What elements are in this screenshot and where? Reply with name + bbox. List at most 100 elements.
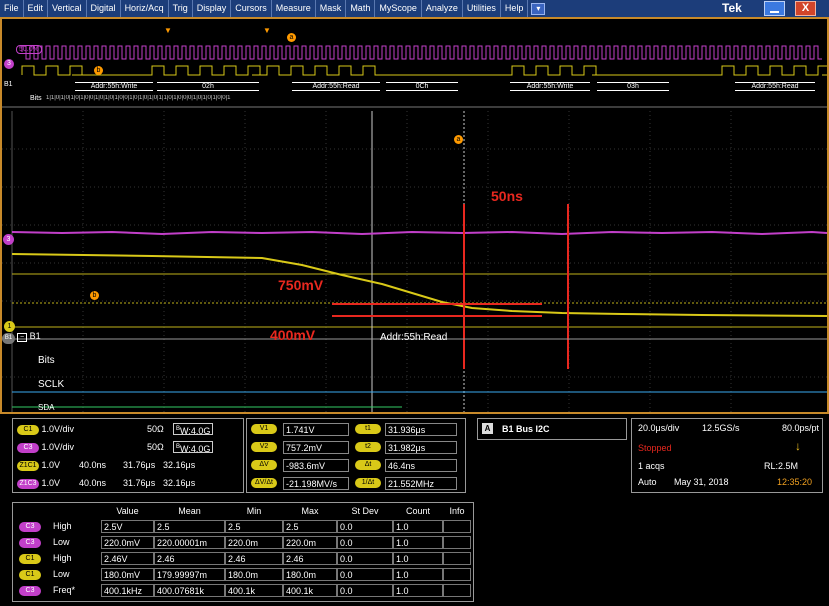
measurement-cell: 400.1k [283, 584, 337, 597]
cursor-value-left-2: -983.6mV [283, 459, 349, 472]
cursor-label-left-1: V2 [251, 442, 277, 452]
z1c1-badge: Z1C1 [17, 460, 39, 471]
waveform-canvas: ▼ ▼ [2, 26, 827, 412]
overview-packet: Addr:55h:Read [735, 82, 815, 91]
menu-display[interactable]: Display [193, 0, 232, 17]
cursor-value-left-1: 757.2mV [283, 441, 349, 454]
measurement-header: Value [116, 506, 139, 516]
acquisition-panel[interactable]: 20.0μs/div 12.5GS/s 80.0ps/pt Stopped ↓ … [631, 418, 823, 493]
ch3-scale: 1.0V/div [41, 442, 75, 452]
menu-trig[interactable]: Trig [169, 0, 193, 17]
z1c1-start: 31.76μs [123, 460, 156, 470]
bus-type-label: B1 Bus I2C [502, 424, 550, 434]
measurement-name: Low [53, 537, 70, 547]
overview-packet: Addr:55h:Write [510, 82, 590, 91]
sample-rate: 12.5GS/s [702, 423, 740, 433]
menu-cursors[interactable]: Cursors [231, 0, 272, 17]
trigger-marker-1: ▼ [164, 26, 172, 35]
measurement-cell: 0.0 [337, 552, 393, 565]
overview-ch1-trace [21, 65, 827, 76]
bus-name-label: − B1 [17, 331, 41, 342]
measurement-cell [443, 584, 471, 597]
menu-measure[interactable]: Measure [272, 0, 316, 17]
cursor-a-handle[interactable]: a [454, 135, 463, 144]
measurement-cell: 0.0 [337, 568, 393, 581]
measurement-cell: 1.0 [393, 584, 443, 597]
z1c3-timebase: 40.0ns [79, 478, 107, 488]
menu-vertical[interactable]: Vertical [48, 0, 87, 17]
ch1-badge: C1 [17, 424, 39, 435]
zoom-row-z1c1[interactable]: Z1C1 1.0V 40.0ns 31.76μs 32.16μs [17, 459, 195, 472]
sclk-label: SCLK [38, 379, 65, 390]
z1c1-end: 32.16μs [163, 460, 196, 470]
waveform-display[interactable]: ▼ ▼ 3 50.0% B1 Bits 1|1|0|1|0|1|0|1|0|0|… [0, 17, 829, 414]
measurement-cell: 2.46 [283, 552, 337, 565]
bus-info-panel[interactable]: A B1 Bus I2C [477, 418, 627, 440]
close-button[interactable]: X [795, 1, 816, 16]
overview-packet: Addr:55h:Read [292, 82, 380, 91]
overview-packet: 03h [597, 82, 669, 91]
ch1-impedance: 50Ω [147, 424, 164, 434]
measurement-name: Low [53, 569, 70, 579]
cursor-value-left-0: 1.741V [283, 423, 349, 436]
menu-myscope[interactable]: MyScope [375, 0, 422, 17]
measurement-cell: 220.0m [283, 536, 337, 549]
z1c1-scale: 1.0V [41, 460, 61, 470]
ch1-marker[interactable]: 1 [4, 321, 15, 332]
overview-cursor-b[interactable]: b [94, 66, 103, 75]
overview-cursor-a[interactable]: a [287, 33, 296, 42]
measurement-channel-badge: C1 [19, 570, 41, 580]
measurement-cell: 1.0 [393, 568, 443, 581]
bus-decode-text: Addr:55h:Read [380, 332, 448, 343]
measurement-header: St Dev [351, 506, 379, 516]
overview-bits-label: Bits [30, 95, 42, 102]
menu-file[interactable]: File [0, 0, 24, 17]
channel-row-c3[interactable]: C3 1.0V/div 50Ω BW:4.0G [17, 441, 214, 454]
measurement-cell: 220.0mV [101, 536, 154, 549]
menu-mask[interactable]: Mask [316, 0, 347, 17]
measurement-cell: 0.0 [337, 584, 393, 597]
cursor-value-right-0: 31.936μs [385, 423, 457, 436]
menu-edit[interactable]: Edit [24, 0, 49, 17]
measurement-header: Mean [178, 506, 201, 516]
ch3-marker[interactable]: 3 [3, 234, 14, 245]
overview-bits-text: 1|1|0|1|0|1|0|1|0|0|1|0|1|0|1|0|0|1|0|1|… [46, 95, 231, 101]
menu-dropdown-icon[interactable]: ▾ [531, 2, 546, 15]
menu-bar: File Edit Vertical Digital Horiz/Acq Trig Disp… [0, 0, 829, 17]
measurement-name: High [53, 553, 72, 563]
z1c1-timebase: 40.0ns [79, 460, 107, 470]
measurement-header: Max [301, 506, 319, 516]
measurement-cell: 2.5 [225, 520, 283, 533]
ch3-marker-overview[interactable]: 3 [4, 59, 14, 69]
measurement-header: Min [246, 506, 262, 516]
measurement-cell: 220.00001m [154, 536, 225, 549]
cursor-label-right-0: t1 [355, 424, 381, 434]
menu-digital[interactable]: Digital [87, 0, 121, 17]
tek-logo: Tek [722, 1, 742, 15]
annotation-750mv: 750mV [278, 277, 324, 293]
acq-time: 12:35:20 [777, 477, 813, 487]
measurement-cell: 0.0 [337, 536, 393, 549]
annotation-50ns: 50ns [491, 188, 523, 204]
measurement-cell [443, 568, 471, 581]
measurement-cell: 2.5V [101, 520, 154, 533]
close-icon: X [801, 2, 810, 14]
zoom-row-z1c3[interactable]: Z1C3 1.0V 40.0ns 31.76μs 32.16μs [17, 477, 195, 490]
bus-name: B1 [29, 331, 41, 341]
timebase: 20.0μs/div [638, 423, 680, 433]
bus-marker[interactable]: B1 [2, 333, 15, 344]
measurement-name: Freq* [53, 585, 76, 595]
menu-horiz-acq[interactable]: Horiz/Acq [121, 0, 169, 17]
cursor-b-handle[interactable]: b [90, 291, 99, 300]
menu-math[interactable]: Math [346, 0, 376, 17]
menu-help[interactable]: Help [501, 0, 529, 17]
menu-analyze[interactable]: Analyze [422, 0, 463, 17]
minimize-button[interactable] [764, 1, 785, 16]
menu-utilities[interactable]: Utilities [463, 0, 501, 17]
channel-row-c1[interactable]: C1 1.0V/div 50Ω BW:4.0G [17, 423, 214, 436]
measurement-channel-badge: C3 [19, 522, 41, 532]
z1c3-start: 31.76μs [123, 478, 156, 488]
measurement-cell: 0.0 [337, 520, 393, 533]
collapse-icon[interactable]: − [17, 333, 28, 342]
overview-packet: Addr:55h:Write [75, 82, 153, 91]
